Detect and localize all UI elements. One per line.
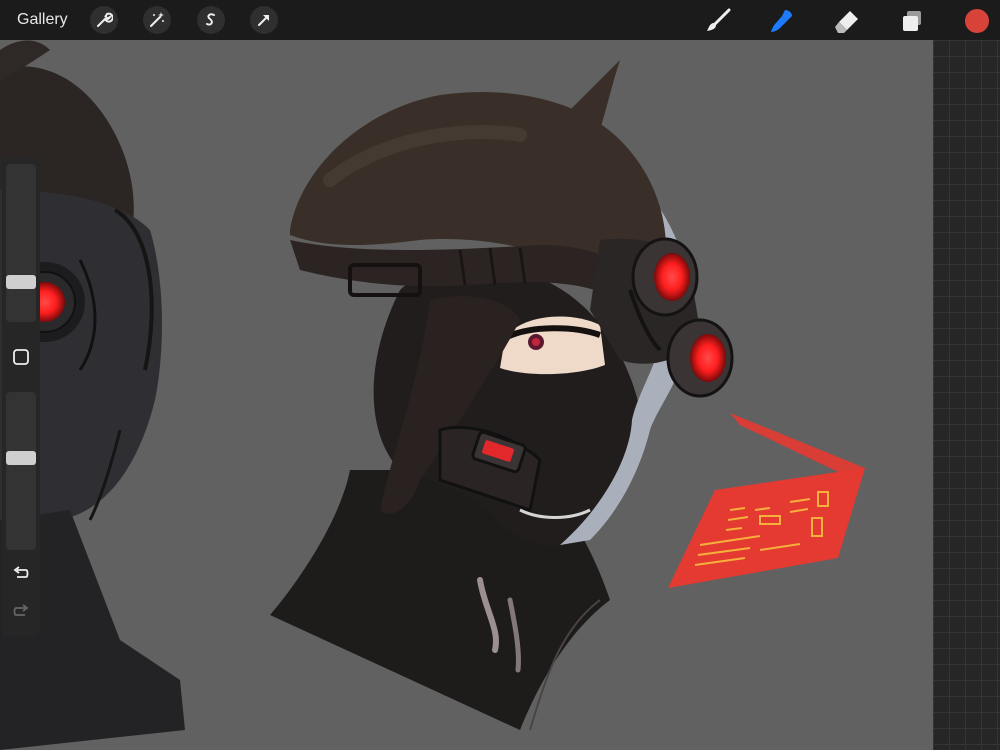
gallery-button[interactable]: Gallery	[17, 11, 68, 29]
layers-icon[interactable]	[897, 6, 927, 36]
helmet-crest	[560, 60, 620, 130]
left-sidebar	[2, 158, 40, 636]
lower-goggle-lens	[690, 334, 726, 382]
wrench-icon[interactable]	[90, 6, 118, 34]
reference-grid-panel	[933, 40, 1000, 750]
transform-arrow-icon[interactable]	[250, 6, 278, 34]
upper-goggle-lens	[654, 253, 690, 301]
opacity-thumb[interactable]	[6, 451, 36, 465]
opacity-slider[interactable]	[6, 392, 36, 550]
artwork	[0, 40, 865, 750]
magic-wand-icon[interactable]	[143, 6, 171, 34]
redo-icon[interactable]	[10, 600, 32, 622]
color-swatch[interactable]	[962, 6, 992, 36]
eraser-icon[interactable]	[832, 6, 862, 36]
brush-size-slider[interactable]	[6, 164, 36, 322]
undo-icon[interactable]	[10, 562, 32, 584]
selection-icon[interactable]	[197, 6, 225, 34]
drawing-canvas[interactable]	[0, 40, 933, 750]
modifier-square-icon[interactable]	[10, 346, 32, 368]
top-toolbar: Gallery	[0, 0, 1000, 40]
brush-size-thumb[interactable]	[6, 275, 36, 289]
brush-icon[interactable]	[703, 6, 733, 36]
hologram-beam	[730, 413, 865, 480]
smudge-icon[interactable]	[767, 6, 797, 36]
hologram-panel	[668, 468, 865, 588]
